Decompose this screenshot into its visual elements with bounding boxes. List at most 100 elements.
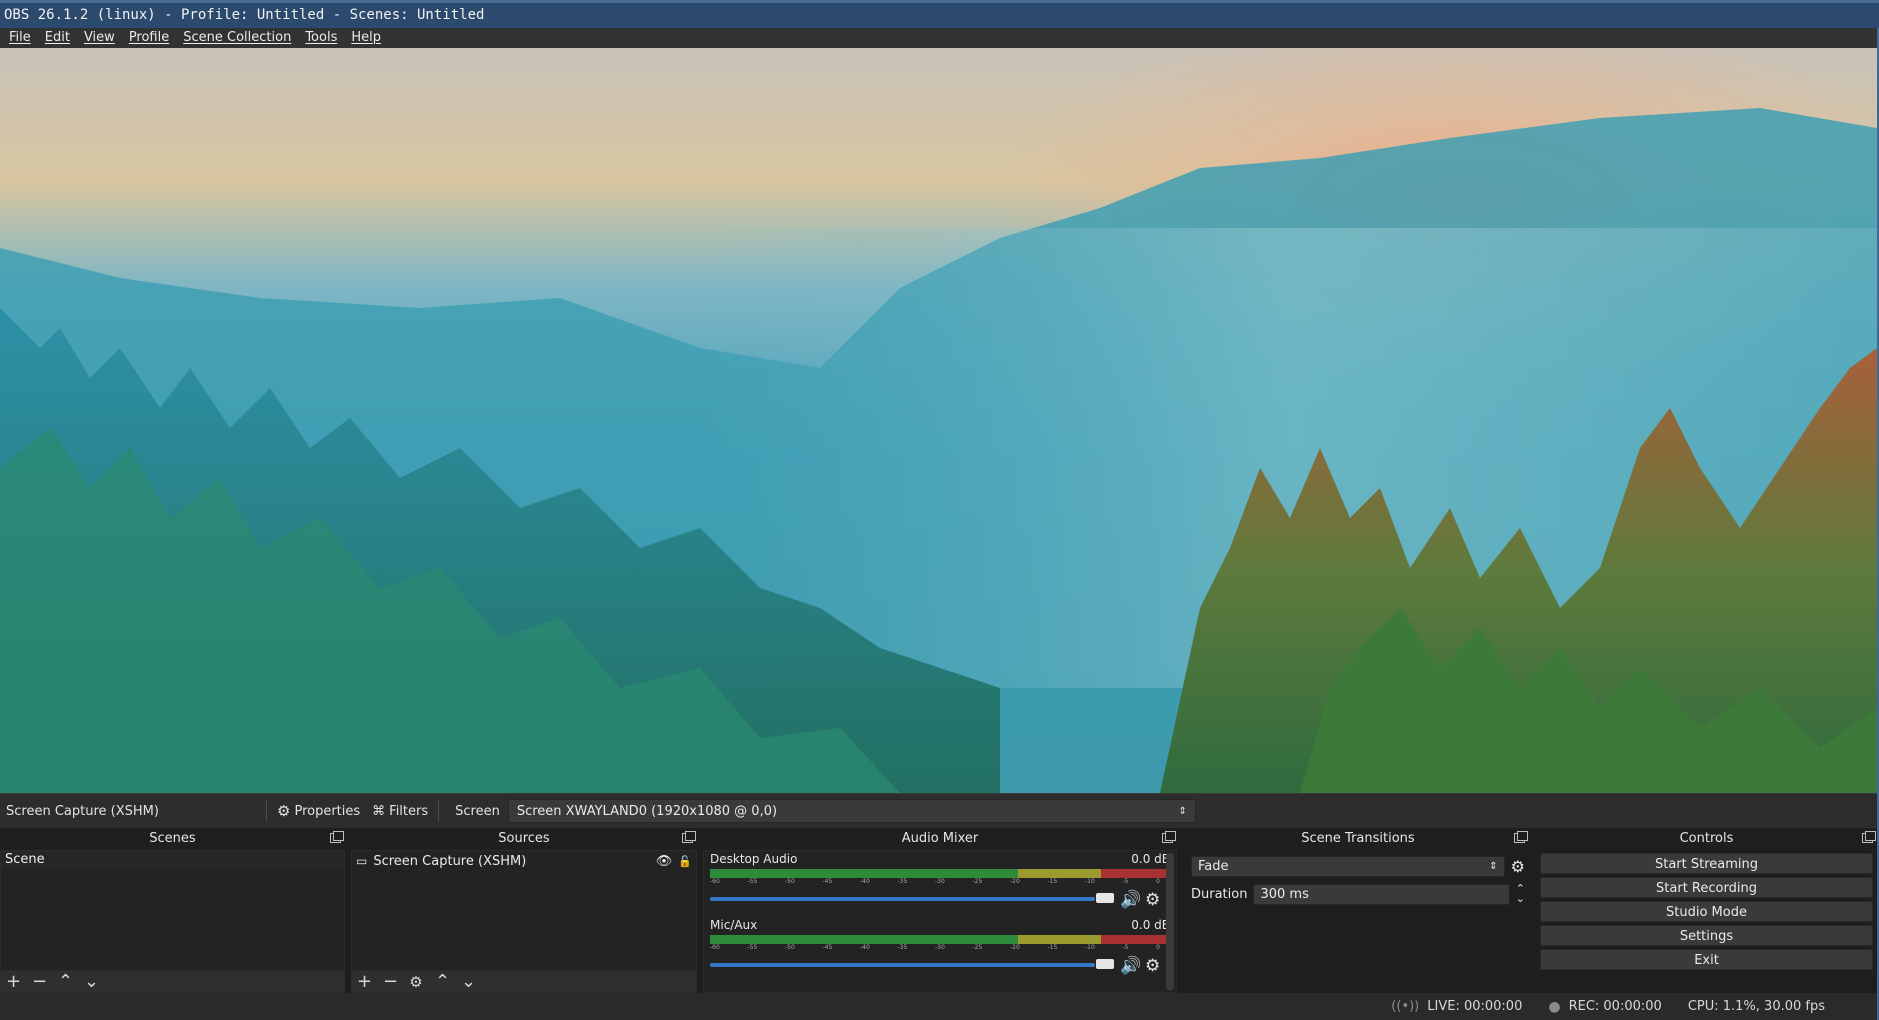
float-dock-icon[interactable] [330,831,344,843]
mixer-scrollbar[interactable] [1166,853,1174,990]
spin-updown-icon[interactable]: ⌃ ⌄ [1516,883,1525,904]
volume-slider-handle[interactable] [1096,893,1114,903]
channel-name: Desktop Audio [710,852,798,866]
chevron-updown-icon: ⇕ [1178,805,1187,817]
controls-title-label: Controls [1679,831,1734,846]
audio-mixer-dock: Audio Mixer Desktop Audio 0.0 dB -60 -55-… [703,828,1177,993]
gear-icon[interactable]: ⚙ [1511,857,1525,876]
move-source-up-button[interactable]: ⌃ [435,971,450,993]
mixer-channel-desktop: Desktop Audio 0.0 dB -60 -55 -50 -45 -40 -35-… [704,851,1176,917]
controls-dock: Controls Start Streaming Start Recording… [1536,828,1877,993]
source-context-bar: Screen Capture (XSHM) ⚙ Properties ⌘ Fil… [0,793,1877,828]
properties-button[interactable]: ⚙ Properties [271,802,366,820]
sources-dock: Sources ▭ Screen Capture (XSHM) 👁 🔓 + − … [351,828,697,993]
float-dock-icon[interactable] [1514,831,1528,843]
source-item-label: Screen Capture (XSHM) [373,853,527,869]
selected-source-name: Screen Capture (XSHM) [6,803,159,819]
float-dock-icon[interactable] [682,831,696,843]
move-scene-down-button[interactable]: ⌄ [84,971,99,993]
divider [438,800,440,822]
divider [266,800,267,822]
volume-slider[interactable] [710,897,1095,901]
menu-help[interactable]: Help [344,28,388,48]
source-properties-button[interactable]: ⚙ [409,971,423,993]
screen-label: Screen [455,803,500,819]
source-item[interactable]: ▭ Screen Capture (XSHM) 👁 🔓 [352,851,696,871]
gear-icon: ⚙ [277,802,291,820]
duration-label: Duration [1191,886,1248,902]
sources-list[interactable]: ▭ Screen Capture (XSHM) 👁 🔓 [351,850,697,971]
scene-transitions-title-label: Scene Transitions [1301,831,1415,846]
monitor-icon: ▭ [356,854,368,868]
controls-dock-title: Controls [1536,828,1877,850]
record-dot-icon: ● [1548,998,1561,1015]
menu-view[interactable]: View [77,28,122,48]
window-title: OBS 26.1.2 (linux) - Profile: Untitled -… [0,0,1879,28]
status-bar: ((•)) LIVE: 00:00:00 ● REC: 00:00:00 CPU… [0,993,1877,1020]
gear-icon[interactable]: ⚙ [1145,890,1160,910]
volume-slider[interactable] [710,963,1095,967]
transition-select[interactable]: Fade ⇕ [1191,855,1505,877]
scenes-list[interactable]: Scene [0,850,345,971]
filter-icon: ⌘ [372,803,386,819]
move-scene-up-button[interactable]: ⌃ [58,971,73,993]
settings-button[interactable]: Settings [1540,925,1873,946]
menu-profile[interactable]: Profile [122,28,176,48]
duration-spinbox[interactable]: 300 ms [1253,883,1510,905]
live-time: LIVE: 00:00:00 [1427,999,1523,1014]
channel-name: Mic/Aux [710,918,758,932]
remove-source-button[interactable]: − [383,971,398,993]
menu-scene-collection[interactable]: Scene Collection [176,28,298,48]
add-source-button[interactable]: + [357,971,372,993]
speaker-icon[interactable]: 🔊 [1120,890,1141,910]
chevron-updown-icon: ⇕ [1489,860,1498,872]
filters-label: Filters [389,803,429,819]
filters-button[interactable]: ⌘ Filters [366,804,434,819]
start-recording-button[interactable]: Start Recording [1540,877,1873,898]
meter-ticks: -60 -55 -50 -45 -40 -35 -30 -25 -20 -15 -10 -5 0 [710,944,1160,951]
eye-icon[interactable]: 👁 [656,854,673,869]
preview-canvas[interactable] [0,48,1877,793]
scene-transitions-dock: Scene Transitions Fade ⇕ ⚙ Duration 300 … [1187,828,1529,993]
float-dock-icon[interactable] [1862,831,1876,843]
screen-select-value: Screen XWAYLAND0 (1920x1080 @ 0,0) [516,803,778,819]
menu-edit[interactable]: Edit [38,28,77,48]
live-status: ((•)) LIVE: 00:00:00 [1391,999,1522,1014]
speaker-icon[interactable]: 🔊 [1120,956,1141,976]
transition-select-value: Fade [1198,858,1229,874]
sources-dock-title: Sources [351,828,697,850]
cpu-status: CPU: 1.1%, 30.00 fps [1688,999,1825,1014]
volume-meter [710,935,1170,944]
float-dock-icon[interactable] [1162,831,1176,843]
scenes-dock-title: Scenes [0,828,345,850]
mixer-channel-mic: Mic/Aux 0.0 dB -60 -55 -50 -45 -40 -35 -30 -25-… [704,917,1176,983]
scenes-title-label: Scenes [149,831,196,846]
scene-item[interactable]: Scene [1,851,344,869]
menu-file[interactable]: File [2,28,38,48]
rec-status: ● REC: 00:00:00 [1548,999,1661,1015]
gear-icon[interactable]: ⚙ [1145,956,1160,976]
mixer-body: Desktop Audio 0.0 dB -60 -55 -50 -45 -40 -35-… [703,850,1177,993]
exit-button[interactable]: Exit [1540,949,1873,970]
menu-tools[interactable]: Tools [298,28,344,48]
cpu-readout: CPU: 1.1%, 30.00 fps [1687,999,1825,1014]
volume-slider-handle[interactable] [1096,959,1114,969]
scene-transitions-dock-title: Scene Transitions [1187,828,1529,850]
add-scene-button[interactable]: + [6,971,21,993]
screen-select[interactable]: Screen XWAYLAND0 (1920x1080 @ 0,0) ⇕ [507,799,1196,823]
rec-time: REC: 00:00:00 [1568,999,1662,1014]
lock-icon[interactable]: 🔓 [678,855,696,868]
duration-row: Duration 300 ms ⌃ ⌄ [1187,882,1529,906]
channel-level: 0.0 dB [1131,918,1170,932]
menu-bar: File Edit View Profile Scene Collection … [0,28,1879,48]
broadcast-icon: ((•)) [1391,999,1420,1014]
move-source-down-button[interactable]: ⌄ [461,971,476,993]
audio-mixer-title-label: Audio Mixer [901,831,979,846]
studio-mode-button[interactable]: Studio Mode [1540,901,1873,922]
meter-ticks: -60 -55 -50 -45 -40 -35 -30 -25 -20 -15 -10 -5 0 [710,878,1160,885]
remove-scene-button[interactable]: − [32,971,47,993]
start-streaming-button[interactable]: Start Streaming [1540,853,1873,874]
channel-level: 0.0 dB [1131,852,1170,866]
transition-row: Fade ⇕ ⚙ [1187,854,1529,878]
volume-meter [710,869,1170,878]
